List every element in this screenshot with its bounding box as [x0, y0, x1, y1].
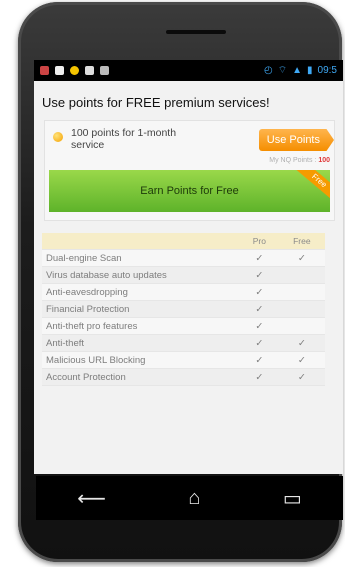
table-header-row: Pro Free: [42, 233, 325, 250]
feature-name: Anti-eavesdropping: [42, 283, 240, 301]
table-row: Account Protection ✓ ✓: [42, 368, 325, 386]
notification-icon: [85, 66, 94, 75]
free-check: ✓: [278, 351, 325, 369]
table-row: Malicious URL Blocking ✓ ✓: [42, 351, 325, 369]
earn-points-label: Earn Points for Free: [140, 185, 239, 197]
pro-check: ✓: [240, 334, 279, 352]
pro-check: ✓: [240, 317, 279, 335]
free-check: ✓: [278, 334, 325, 352]
points-offer: 100 points for 1-month service: [53, 127, 201, 151]
notification-icon: [55, 66, 64, 75]
back-icon[interactable]: ⟵: [77, 486, 106, 511]
pro-check: ✓: [240, 351, 279, 369]
free-ribbon: Free: [295, 170, 330, 202]
status-bar: ◴ ⌔ ▲ ▮ 09:5: [34, 60, 343, 81]
table-row: Financial Protection ✓: [42, 300, 325, 318]
battery-icon: ▮: [307, 65, 313, 76]
table-header: Pro: [240, 233, 279, 250]
notification-icon: [70, 66, 79, 75]
pro-check: ✓: [240, 283, 279, 301]
table-row: Virus database auto updates ✓: [42, 266, 325, 284]
notification-icon: [100, 66, 109, 75]
page-title: Use points for FREE premium services!: [42, 95, 270, 110]
features-table: Pro Free Dual-engine Scan ✓ ✓ Virus data…: [42, 233, 325, 386]
feature-name: Malicious URL Blocking: [42, 351, 240, 369]
free-check: [278, 300, 325, 318]
table-row: Anti-theft pro features ✓: [42, 317, 325, 335]
status-time: 09:5: [317, 65, 337, 76]
use-points-button[interactable]: Use Points: [258, 129, 334, 151]
home-icon[interactable]: ⌂: [188, 487, 200, 510]
wifi-icon: ⌔: [277, 65, 288, 76]
feature-name: Financial Protection: [42, 300, 240, 318]
recent-apps-icon[interactable]: ▭: [283, 486, 302, 511]
free-check: [278, 317, 325, 335]
points-panel: 100 points for 1-month service Use Point…: [44, 120, 335, 221]
feature-name: Dual-engine Scan: [42, 249, 240, 267]
table-header: Free: [278, 233, 325, 250]
signal-icon: ▲: [292, 65, 303, 76]
pro-check: ✓: [240, 300, 279, 318]
my-points-value: 100: [318, 157, 330, 164]
feature-name: Anti-theft pro features: [42, 317, 240, 335]
free-check: ✓: [278, 249, 325, 267]
notification-icon: [40, 66, 49, 75]
earpiece: [166, 30, 226, 34]
navigation-bar: ⟵ ⌂ ▭: [36, 476, 343, 520]
table-row: Dual-engine Scan ✓ ✓: [42, 249, 325, 267]
feature-name: Account Protection: [42, 368, 240, 386]
screen: ◴ ⌔ ▲ ▮ 09:5 Use points for FREE premium…: [34, 60, 343, 474]
my-points: My NQ Points : 100: [45, 157, 334, 164]
free-check: [278, 266, 325, 284]
feature-name: Virus database auto updates: [42, 266, 240, 284]
points-offer-text: 100 points for 1-month service: [71, 127, 177, 151]
alarm-icon: ◴: [263, 65, 273, 76]
feature-name: Anti-theft: [42, 334, 240, 352]
coin-icon: [53, 132, 63, 142]
table-row: Anti-theft ✓ ✓: [42, 334, 325, 352]
table-header: [42, 233, 240, 250]
earn-points-button[interactable]: Earn Points for Free Free: [49, 170, 330, 212]
free-check: ✓: [278, 368, 325, 386]
pro-check: ✓: [240, 368, 279, 386]
free-check: [278, 283, 325, 301]
table-row: Anti-eavesdropping ✓: [42, 283, 325, 301]
my-points-label: My NQ Points :: [269, 157, 317, 164]
pro-check: ✓: [240, 249, 279, 267]
pro-check: ✓: [240, 266, 279, 284]
